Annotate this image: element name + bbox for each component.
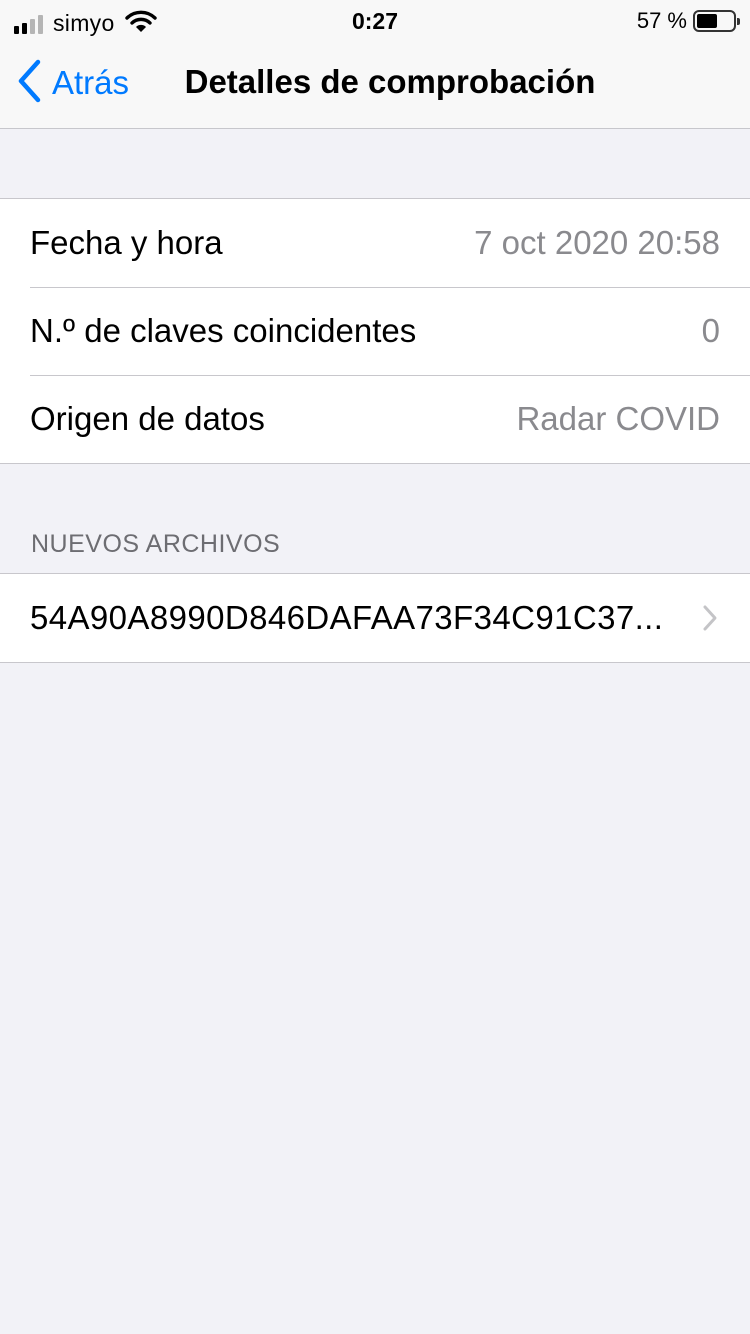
details-group: Fecha y hora 7 oct 2020 20:58 N.º de cla… <box>0 198 750 464</box>
detail-row-date: Fecha y hora 7 oct 2020 20:58 <box>0 199 750 287</box>
battery-level <box>697 14 717 28</box>
detail-row-data-source: Origen de datos Radar COVID <box>0 375 750 463</box>
detail-label: N.º de claves coincidentes <box>30 312 417 349</box>
status-bar: simyo 0:27 57 % <box>0 0 750 40</box>
detail-value: 7 oct 2020 20:58 <box>474 224 720 261</box>
status-right: 57 % <box>636 8 740 34</box>
back-label: Atrás <box>52 64 130 101</box>
files-group: 54A90A8990D846DAFAA73F34C91C37... <box>0 573 750 663</box>
detail-row-matching-keys: N.º de claves coincidentes 0 <box>0 287 750 375</box>
file-row[interactable]: 54A90A8990D846DAFAA73F34C91C37... <box>0 574 750 662</box>
battery-percent: 57 % <box>636 8 687 33</box>
file-name: 54A90A8990D846DAFAA73F34C91C37... <box>30 599 664 636</box>
detail-value: Radar COVID <box>516 400 720 437</box>
back-button[interactable]: Atrás <box>16 59 130 108</box>
detail-label: Fecha y hora <box>30 224 223 261</box>
navigation-bar: Atrás Detalles de comprobación <box>0 40 750 129</box>
chevron-right-icon <box>702 604 718 637</box>
chevron-left-icon <box>16 59 42 108</box>
detail-label: Origen de datos <box>30 400 265 437</box>
section-header-new-files: NUEVOS ARCHIVOS <box>31 530 281 558</box>
page-title: Detalles de comprobación <box>184 63 596 100</box>
detail-value: 0 <box>701 312 720 349</box>
battery-icon <box>693 10 740 32</box>
